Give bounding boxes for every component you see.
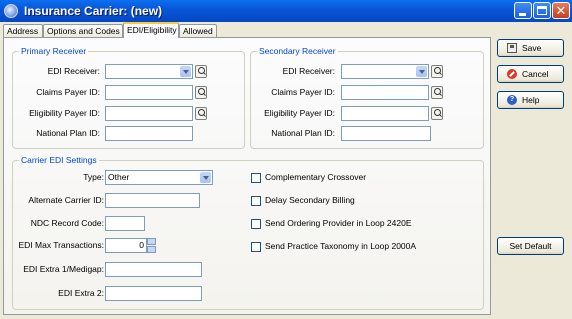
help-button-label: Help: [522, 95, 540, 105]
checkbox-box[interactable]: [251, 173, 261, 183]
primary-edi-receiver-select[interactable]: [105, 64, 193, 79]
maximize-icon: [537, 6, 547, 15]
secondary-edi-receiver-lookup-icon[interactable]: [431, 65, 443, 78]
edi-extra-2-input[interactable]: [105, 286, 202, 301]
primary-eligibility-payer-input[interactable]: [105, 106, 193, 121]
secondary-eligibility-payer-label: Eligibility Payer ID:: [264, 108, 335, 118]
primary-eligibility-payer-lookup-icon[interactable]: [195, 107, 207, 120]
complementary-crossover-label: Complementary Crossover: [265, 172, 367, 182]
save-disk-icon: [507, 43, 517, 53]
secondary-edi-receiver-label: EDI Receiver:: [282, 66, 335, 76]
tab-address[interactable]: Address: [3, 24, 43, 38]
checkbox-box[interactable]: [251, 242, 261, 252]
spin-down-icon[interactable]: [147, 246, 156, 253]
secondary-national-plan-input[interactable]: [341, 126, 431, 141]
window-title: Insurance Carrier: (new): [24, 4, 163, 18]
title-bar: Insurance Carrier: (new) ✕: [0, 0, 572, 22]
chevron-down-icon[interactable]: [180, 66, 191, 77]
send-ordering-provider-label: Send Ordering Provider in Loop 2420E: [265, 218, 412, 228]
save-button[interactable]: Save: [497, 39, 564, 57]
tab-edi-eligibility[interactable]: EDI/Eligibility: [123, 22, 179, 38]
checkbox-box[interactable]: [251, 196, 261, 206]
minimize-button[interactable]: [514, 2, 532, 19]
edi-extra-1-input[interactable]: [105, 262, 202, 277]
secondary-eligibility-payer-lookup-icon[interactable]: [431, 107, 443, 120]
type-select[interactable]: Other: [105, 170, 213, 185]
help-button[interactable]: ? Help: [497, 91, 564, 109]
secondary-eligibility-payer-input[interactable]: [341, 106, 429, 121]
tab-options-and-codes[interactable]: Options and Codes: [43, 24, 123, 38]
ndc-record-code-label: NDC Record Code:: [30, 218, 104, 228]
primary-eligibility-payer-label: Eligibility Payer ID:: [29, 108, 100, 118]
edi-max-transactions-spinner[interactable]: [147, 238, 156, 253]
delay-secondary-billing-label: Delay Secondary Billing: [265, 195, 355, 205]
close-icon: ✕: [555, 3, 567, 18]
primary-national-plan-label: National Plan ID:: [36, 128, 100, 138]
set-default-button[interactable]: Set Default: [497, 237, 564, 255]
edi-extra-1-label: EDI Extra 1/Medigap:: [23, 264, 104, 274]
secondary-receiver-legend: Secondary Receiver: [259, 46, 336, 56]
alternate-carrier-input[interactable]: [105, 193, 200, 208]
type-value: Other: [108, 172, 130, 182]
secondary-claims-payer-label: Claims Payer ID:: [271, 87, 335, 97]
send-practice-taxonomy-label: Send Practice Taxonomy in Loop 2000A: [265, 241, 417, 251]
tab-allowed[interactable]: Allowed: [179, 24, 217, 38]
save-button-label: Save: [522, 43, 542, 53]
secondary-claims-payer-lookup-icon[interactable]: [431, 86, 443, 99]
help-icon: ?: [507, 95, 517, 105]
cancel-icon: [507, 69, 517, 79]
primary-claims-payer-lookup-icon[interactable]: [195, 86, 207, 99]
type-label: Type:: [83, 172, 104, 182]
tab-panel: Primary Receiver EDI Receiver: Claims Pa…: [3, 37, 491, 315]
ndc-record-code-input[interactable]: [105, 216, 145, 231]
secondary-claims-payer-input[interactable]: [341, 85, 429, 100]
primary-receiver-legend: Primary Receiver: [21, 46, 87, 56]
maximize-button[interactable]: [533, 2, 551, 19]
primary-national-plan-input[interactable]: [105, 126, 193, 141]
cancel-button[interactable]: Cancel: [497, 65, 564, 83]
checkbox-box[interactable]: [251, 219, 261, 229]
carrier-edi-settings-legend: Carrier EDI Settings: [21, 155, 97, 165]
secondary-national-plan-label: National Plan ID:: [271, 128, 335, 138]
secondary-edi-receiver-select[interactable]: [341, 64, 429, 79]
primary-edi-receiver-lookup-icon[interactable]: [195, 65, 207, 78]
edi-max-transactions-input[interactable]: 0: [105, 238, 147, 253]
chevron-down-icon[interactable]: [416, 66, 427, 77]
alternate-carrier-label: Alternate Carrier ID:: [28, 195, 104, 205]
chevron-down-icon[interactable]: [200, 172, 211, 183]
close-button[interactable]: ✕: [552, 2, 570, 19]
primary-claims-payer-input[interactable]: [105, 85, 193, 100]
primary-claims-payer-label: Claims Payer ID:: [36, 87, 100, 97]
set-default-button-label: Set Default: [509, 241, 552, 251]
minimize-icon: [519, 13, 526, 16]
spin-up-icon[interactable]: [147, 238, 156, 245]
primary-edi-receiver-label: EDI Receiver:: [47, 66, 100, 76]
edi-extra-2-label: EDI Extra 2:: [58, 288, 104, 298]
app-globe-icon: [4, 4, 18, 18]
cancel-button-label: Cancel: [522, 69, 549, 79]
edi-max-transactions-label: EDI Max Transactions:: [18, 240, 104, 250]
